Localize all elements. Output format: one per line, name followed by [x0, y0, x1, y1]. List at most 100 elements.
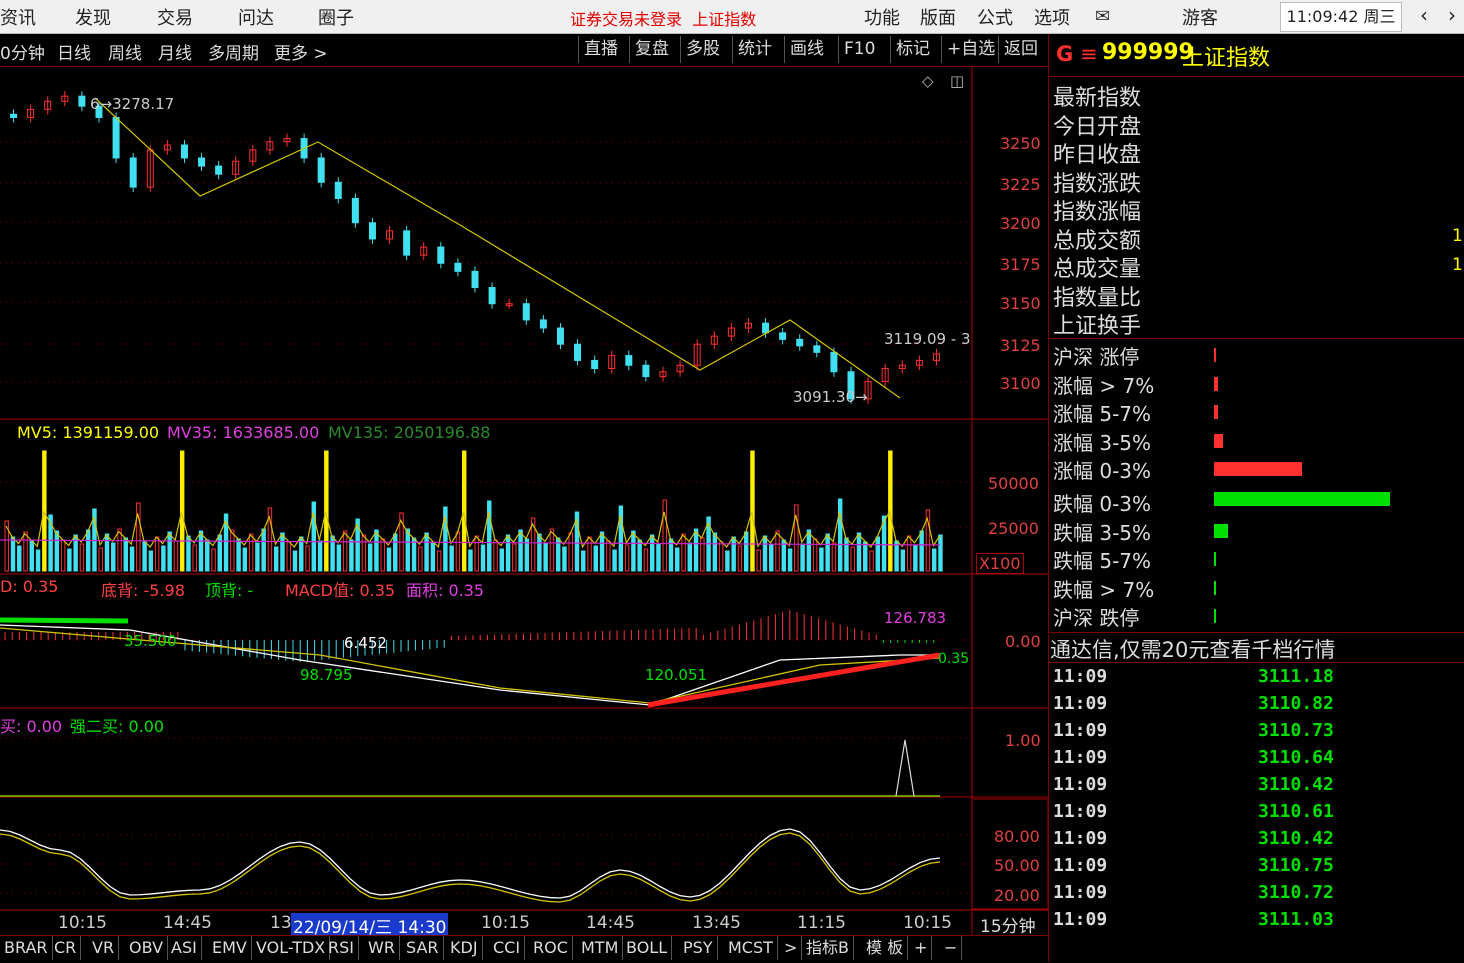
menu-layout[interactable]: 版面 — [920, 4, 956, 30]
menu-icon[interactable]: ≡ — [1080, 42, 1098, 66]
indicator-tab[interactable]: + — [910, 936, 933, 960]
breadth-row: 沪深 涨停 — [1048, 341, 1464, 369]
breadth-label: 跌幅 0-3% — [1053, 492, 1152, 516]
diamond-icon[interactable]: ◇ — [922, 72, 934, 90]
mail-icon[interactable]: ✉ — [1095, 6, 1110, 27]
menu-trade[interactable]: 交易 — [157, 4, 193, 30]
kline-chart[interactable] — [0, 67, 1048, 937]
volume-bar — [85, 529, 91, 572]
toolbar-watchlist[interactable]: +自选 — [941, 36, 1000, 63]
volume-bar — [98, 547, 103, 572]
quote-label: 上证换手 — [1053, 314, 1142, 339]
indicator-tab[interactable]: > — [780, 936, 803, 960]
time-label: 10:15 — [481, 913, 530, 933]
volume-bar — [906, 535, 912, 572]
menu-options[interactable]: 选项 — [1034, 4, 1070, 30]
volume-bar — [581, 550, 586, 572]
price-tick: 3225 — [1000, 175, 1041, 194]
tick-time: 11:09 — [1053, 720, 1108, 741]
toolbar-back[interactable]: 返回 — [998, 36, 1043, 63]
menu-ask[interactable]: 问达 — [238, 4, 274, 30]
volume-bar — [844, 537, 849, 572]
toolbar-multistock[interactable]: 多股 — [680, 36, 725, 63]
period-min[interactable]: 0分钟 — [0, 39, 45, 64]
mv35-legend: MV35: 1633685.00 — [167, 423, 320, 442]
volume-bar — [54, 530, 60, 572]
indicator-tab[interactable]: OBV — [125, 936, 169, 960]
toolbar-mark[interactable]: 标记 — [890, 36, 935, 63]
buy-legend-2: 强二买: 0.00 — [70, 717, 165, 736]
volume-bar — [562, 546, 567, 572]
volume-bar — [10, 536, 16, 572]
indicator-tab[interactable]: BOLL — [622, 936, 673, 960]
volume-bar — [737, 545, 743, 572]
indicator-tab[interactable]: SAR — [402, 936, 444, 960]
toolbar-live[interactable]: 直播 — [578, 36, 623, 63]
tick-time: 11:09 — [1053, 693, 1108, 714]
volume-bar — [537, 533, 542, 572]
indicator-tab[interactable]: 指标B — [802, 936, 854, 960]
tick-value: 3110.64 — [1258, 747, 1334, 768]
indicator-tab[interactable]: − — [940, 936, 963, 960]
indicator-tab[interactable]: 模 板 — [862, 936, 909, 960]
menu-circle[interactable]: 圈子 — [318, 4, 354, 30]
indicator-tab[interactable]: WR — [364, 936, 400, 960]
promo-link[interactable]: 通达信,仅需20元查看千档行情 — [1050, 634, 1335, 664]
volume-bar — [775, 530, 780, 572]
indicator-tab[interactable]: ASI — [167, 936, 202, 960]
back-arrow-icon[interactable]: ‹ — [1420, 3, 1428, 27]
indicator-tab[interactable]: CCI — [489, 936, 526, 960]
period-week[interactable]: 周线 — [108, 39, 142, 64]
trend-line — [94, 97, 901, 399]
toolbar-replay[interactable]: 复盘 — [629, 36, 674, 63]
volume-bar — [837, 498, 843, 572]
volume-bar — [499, 548, 505, 572]
indicator-tab[interactable]: VOL-TDX — [252, 936, 331, 960]
indicator-tab[interactable]: BRAR — [0, 936, 53, 960]
period-month[interactable]: 月线 — [158, 39, 192, 64]
high-annotation: 6→3278.17 — [90, 95, 175, 113]
clock: 11:09:42 周三 — [1280, 2, 1402, 32]
volume-bar — [311, 501, 317, 572]
indicator-tab[interactable]: PSY — [679, 936, 718, 960]
breadth-label: 涨幅 5-7% — [1053, 402, 1152, 427]
volume-bar — [217, 534, 223, 572]
panel-toggle-icon[interactable]: ◫ — [950, 72, 964, 90]
volume-bar — [612, 549, 617, 572]
vol-tick: 25000 — [988, 519, 1039, 538]
volume-bar — [850, 546, 855, 572]
guest-label[interactable]: 游客 — [1182, 4, 1218, 30]
indicator-tab[interactable]: MTM — [577, 936, 624, 960]
indicator-tab[interactable]: CR — [50, 936, 82, 960]
toolbar-draw[interactable]: 画线 — [784, 36, 829, 63]
toolbar-f10[interactable]: F10 — [838, 36, 880, 63]
indicator-tab[interactable]: EMV — [208, 936, 252, 960]
indicator-tab[interactable]: ROC — [529, 936, 573, 960]
volume-bar — [167, 531, 172, 572]
toolbar-stats[interactable]: 统计 — [732, 36, 777, 63]
macd-axis-zero: 0.00 — [1005, 632, 1041, 651]
period-day[interactable]: 日线 — [57, 39, 91, 64]
macd-annot: 126.783 — [884, 609, 947, 627]
period-more[interactable]: 更多 > — [274, 39, 328, 64]
menu-function[interactable]: 功能 — [864, 4, 900, 30]
macd-annot: 0.35 — [938, 651, 970, 667]
indicator-tab[interactable]: RSI — [324, 936, 359, 960]
breadth-bar — [1214, 552, 1216, 567]
period-multi[interactable]: 多周期 — [208, 39, 259, 64]
candle-body — [215, 165, 223, 175]
volume-bar — [123, 537, 129, 572]
volume-bar — [111, 542, 116, 572]
breadth-bar — [1214, 348, 1216, 362]
menu-formula[interactable]: 公式 — [977, 4, 1013, 30]
period-indicator[interactable]: 15分钟 — [980, 912, 1036, 937]
breadth-row: 跌幅 3-5% — [1048, 517, 1464, 545]
indicator-tab[interactable]: VR — [88, 936, 120, 960]
menu-news[interactable]: 资讯 — [0, 4, 36, 30]
price-tick: 3125 — [1000, 336, 1041, 355]
indicator-tab[interactable]: KDJ — [446, 936, 483, 960]
indicator-tab[interactable]: MCST — [724, 936, 778, 960]
menu-discover[interactable]: 发现 — [75, 4, 111, 30]
forward-arrow-icon[interactable]: › — [1448, 3, 1456, 27]
breadth-label: 跌幅 5-7% — [1053, 549, 1152, 574]
